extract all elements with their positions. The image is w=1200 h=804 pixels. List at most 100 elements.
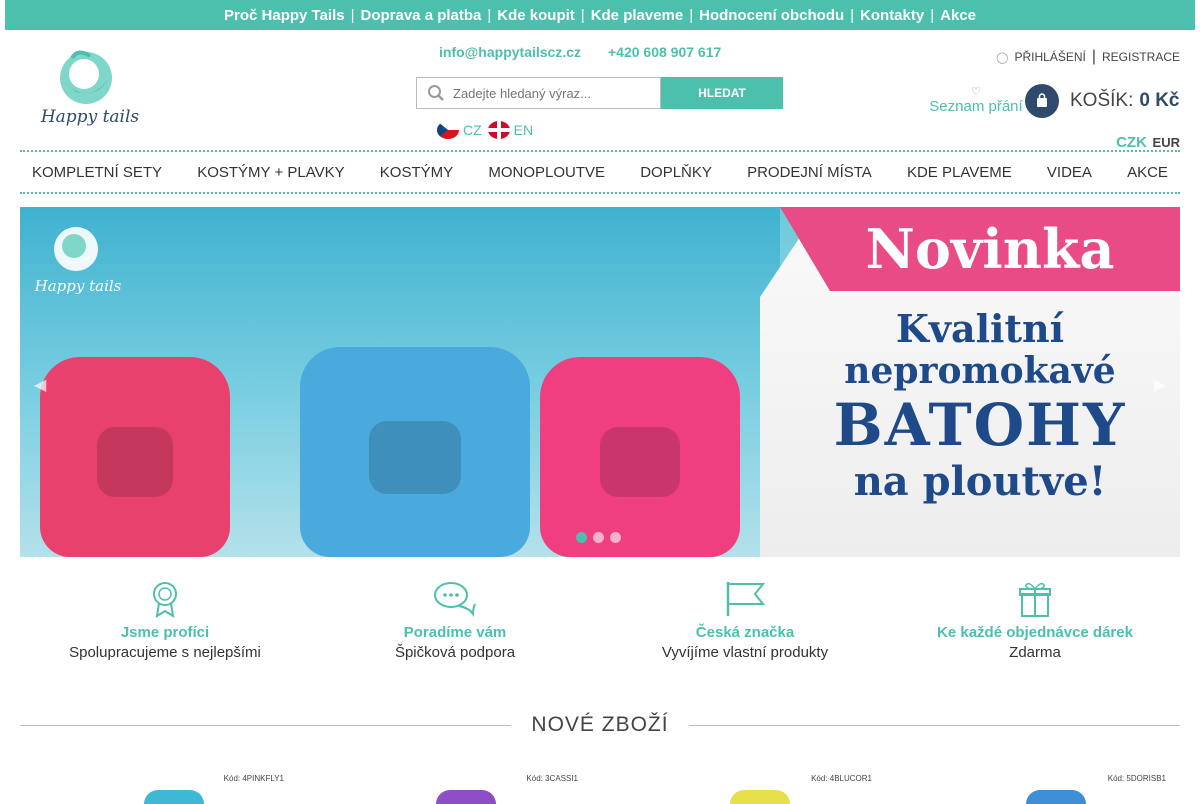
lang-en[interactable]: EN bbox=[514, 122, 533, 138]
slider-dot[interactable] bbox=[610, 532, 621, 543]
contact-phone[interactable]: +420 608 907 617 bbox=[608, 44, 721, 60]
logo-text: Happy tails bbox=[40, 107, 140, 127]
uk-flag-icon[interactable] bbox=[487, 121, 510, 139]
product-image[interactable] bbox=[730, 790, 790, 804]
nav-kde-plaveme[interactable]: KDE PLAVEME bbox=[907, 164, 1012, 181]
award-icon bbox=[153, 582, 177, 618]
toplink-kde-plaveme[interactable]: Kde plaveme bbox=[585, 7, 690, 24]
product-image[interactable] bbox=[144, 790, 204, 804]
search-input[interactable] bbox=[453, 85, 653, 101]
nav-akce[interactable]: AKCE bbox=[1127, 164, 1168, 181]
account-links: ◯ PŘIHLÁŠENÍ | REGISTRACE bbox=[996, 48, 1180, 66]
headline-line2: nepromokavé bbox=[844, 349, 1116, 392]
separator: | bbox=[1091, 48, 1096, 65]
headline-line3: BATOHY bbox=[833, 391, 1127, 460]
feature-item: Ke každé objednávce dárek Zdarma bbox=[890, 580, 1180, 661]
product-card[interactable]: Kód: 4PINKFLY1 bbox=[80, 774, 284, 804]
register-link[interactable]: REGISTRACE bbox=[1102, 50, 1180, 64]
pink-backpack-image bbox=[540, 357, 740, 557]
feature-subtitle: Spolupracujeme s nejlepšími bbox=[69, 644, 261, 661]
lang-cz[interactable]: CZ bbox=[463, 122, 482, 138]
cart-icon bbox=[1025, 84, 1059, 118]
czech-flag-icon[interactable] bbox=[437, 121, 459, 139]
divider bbox=[688, 724, 1180, 726]
cart-link[interactable]: KOŠÍK: 0 Kč bbox=[1025, 84, 1180, 118]
slider-dot[interactable] bbox=[593, 532, 604, 543]
cart-label: KOŠÍK: bbox=[1070, 90, 1134, 111]
feature-item: Jsme profíci Spolupracujeme s nejlepšími bbox=[20, 580, 310, 661]
login-link[interactable]: PŘIHLÁŠENÍ bbox=[1014, 50, 1085, 64]
product-code: Kód: 4PINKFLY1 bbox=[223, 774, 284, 783]
feature-title: Česká značka bbox=[695, 624, 795, 641]
feature-subtitle: Zdarma bbox=[1009, 644, 1061, 661]
nav-kostymy-plavky[interactable]: KOSTÝMY + PLAVKY bbox=[197, 164, 344, 181]
site-logo[interactable]: Happy tails bbox=[36, 48, 144, 130]
slider-dot[interactable] bbox=[576, 532, 587, 543]
hero-slider[interactable]: Happy tails Novinka Kvalitní nepromokavé… bbox=[20, 207, 1180, 557]
product-image[interactable] bbox=[1026, 790, 1086, 804]
search-icon bbox=[428, 85, 444, 101]
cart-value: 0 Kč bbox=[1139, 90, 1180, 111]
headline-line1: Kvalitní bbox=[895, 306, 1065, 351]
product-code: Kód: 4BLUCOR1 bbox=[811, 774, 872, 783]
nav-monoploutve[interactable]: MONOPLOUTVE bbox=[488, 164, 605, 181]
product-card[interactable]: Kód: 3CASSI1 bbox=[376, 774, 578, 804]
happy-tails-logo-icon: Happy tails bbox=[40, 50, 140, 127]
language-switcher: CZ EN bbox=[437, 121, 533, 139]
feature-item: Poradíme vám Špičková podpora bbox=[310, 580, 600, 661]
heart-icon: ♡ bbox=[971, 86, 981, 98]
nav-videa[interactable]: VIDEA bbox=[1047, 164, 1092, 181]
bag-icon bbox=[1037, 93, 1047, 107]
toplink-hodnoceni-obchodu[interactable]: Hodnocení obchodu bbox=[693, 7, 850, 24]
currency-czk[interactable]: CZK bbox=[1116, 134, 1147, 151]
user-icon: ◯ bbox=[996, 51, 1009, 64]
flag-icon bbox=[726, 582, 765, 616]
product-code: Kód: 5DORISB1 bbox=[1107, 774, 1166, 783]
gift-icon bbox=[1019, 582, 1051, 617]
toplink-akce[interactable]: Akce bbox=[934, 7, 982, 24]
next-slide-arrow-icon[interactable]: ▶ bbox=[1154, 375, 1166, 395]
blue-backpack-image bbox=[300, 347, 530, 557]
slider-dots bbox=[576, 532, 621, 543]
contact-email[interactable]: info@happytailscz.cz bbox=[439, 44, 581, 60]
banner-headline: Kvalitní nepromokavé BATOHY na ploutve! bbox=[830, 307, 1130, 505]
features-strip: Jsme profíci Spolupracujeme s nejlepšími… bbox=[20, 580, 1180, 661]
nav-prodejni-mista[interactable]: PRODEJNÍ MÍSTA bbox=[747, 164, 872, 181]
currency-switcher: CZK EUR bbox=[1116, 134, 1180, 151]
prev-slide-arrow-icon[interactable]: ◀ bbox=[34, 375, 46, 395]
divider bbox=[20, 724, 512, 726]
toplink-proc-happy-tails[interactable]: Proč Happy Tails bbox=[218, 7, 351, 24]
search-button[interactable]: HLEDAT bbox=[661, 77, 783, 109]
novinka-badge: Novinka bbox=[780, 207, 1180, 291]
feature-item: Česká značka Vyvíjíme vlastní produkty bbox=[600, 580, 890, 661]
nav-kostymy[interactable]: KOSTÝMY bbox=[380, 164, 453, 181]
toplink-kde-koupit[interactable]: Kde koupit bbox=[491, 7, 581, 24]
happy-tails-logo-icon: Happy tails bbox=[34, 227, 122, 295]
wishlist-link[interactable]: ♡ Seznam přání bbox=[922, 86, 1030, 115]
feature-subtitle: Vyvíjíme vlastní produkty bbox=[661, 644, 829, 661]
product-code: Kód: 3CASSI1 bbox=[526, 774, 578, 783]
banner-logo: Happy tails bbox=[32, 223, 128, 299]
toplink-kontakty[interactable]: Kontakty bbox=[854, 7, 930, 24]
wishlist-label: Seznam přání bbox=[929, 98, 1023, 115]
top-links-bar: Proč Happy Tails | Doprava a platba | Kde … bbox=[5, 0, 1195, 30]
product-card[interactable]: Kód: 4BLUCOR1 bbox=[660, 774, 872, 804]
nav-kompletni-sety[interactable]: KOMPLETNÍ SETY bbox=[32, 164, 162, 181]
feature-subtitle: Špičková podpora bbox=[394, 644, 516, 661]
product-card[interactable]: Kód: 5DORISB1 bbox=[960, 774, 1166, 804]
chat-bubbles-icon bbox=[434, 582, 476, 618]
banner-logo-text: Happy tails bbox=[34, 277, 122, 295]
search-form: HLEDAT bbox=[416, 77, 783, 109]
section-title: NOVÉ ZBOŽÍ bbox=[531, 713, 669, 736]
headline-line4: na ploutve! bbox=[853, 457, 1107, 505]
new-products-heading: NOVÉ ZBOŽÍ bbox=[20, 710, 1180, 740]
nav-doplnky[interactable]: DOPLŇKY bbox=[640, 164, 712, 181]
search-field bbox=[416, 77, 661, 109]
feature-title: Ke každé objednávce dárek bbox=[937, 624, 1133, 641]
pink-backpack-image bbox=[40, 357, 230, 557]
main-nav: KOMPLETNÍ SETY KOSTÝMY + PLAVKY KOSTÝMY … bbox=[20, 150, 1180, 194]
toplink-doprava-platba[interactable]: Doprava a platba bbox=[355, 7, 488, 24]
product-image[interactable] bbox=[436, 790, 496, 804]
feature-title: Jsme profíci bbox=[120, 624, 210, 641]
currency-eur[interactable]: EUR bbox=[1153, 135, 1180, 150]
